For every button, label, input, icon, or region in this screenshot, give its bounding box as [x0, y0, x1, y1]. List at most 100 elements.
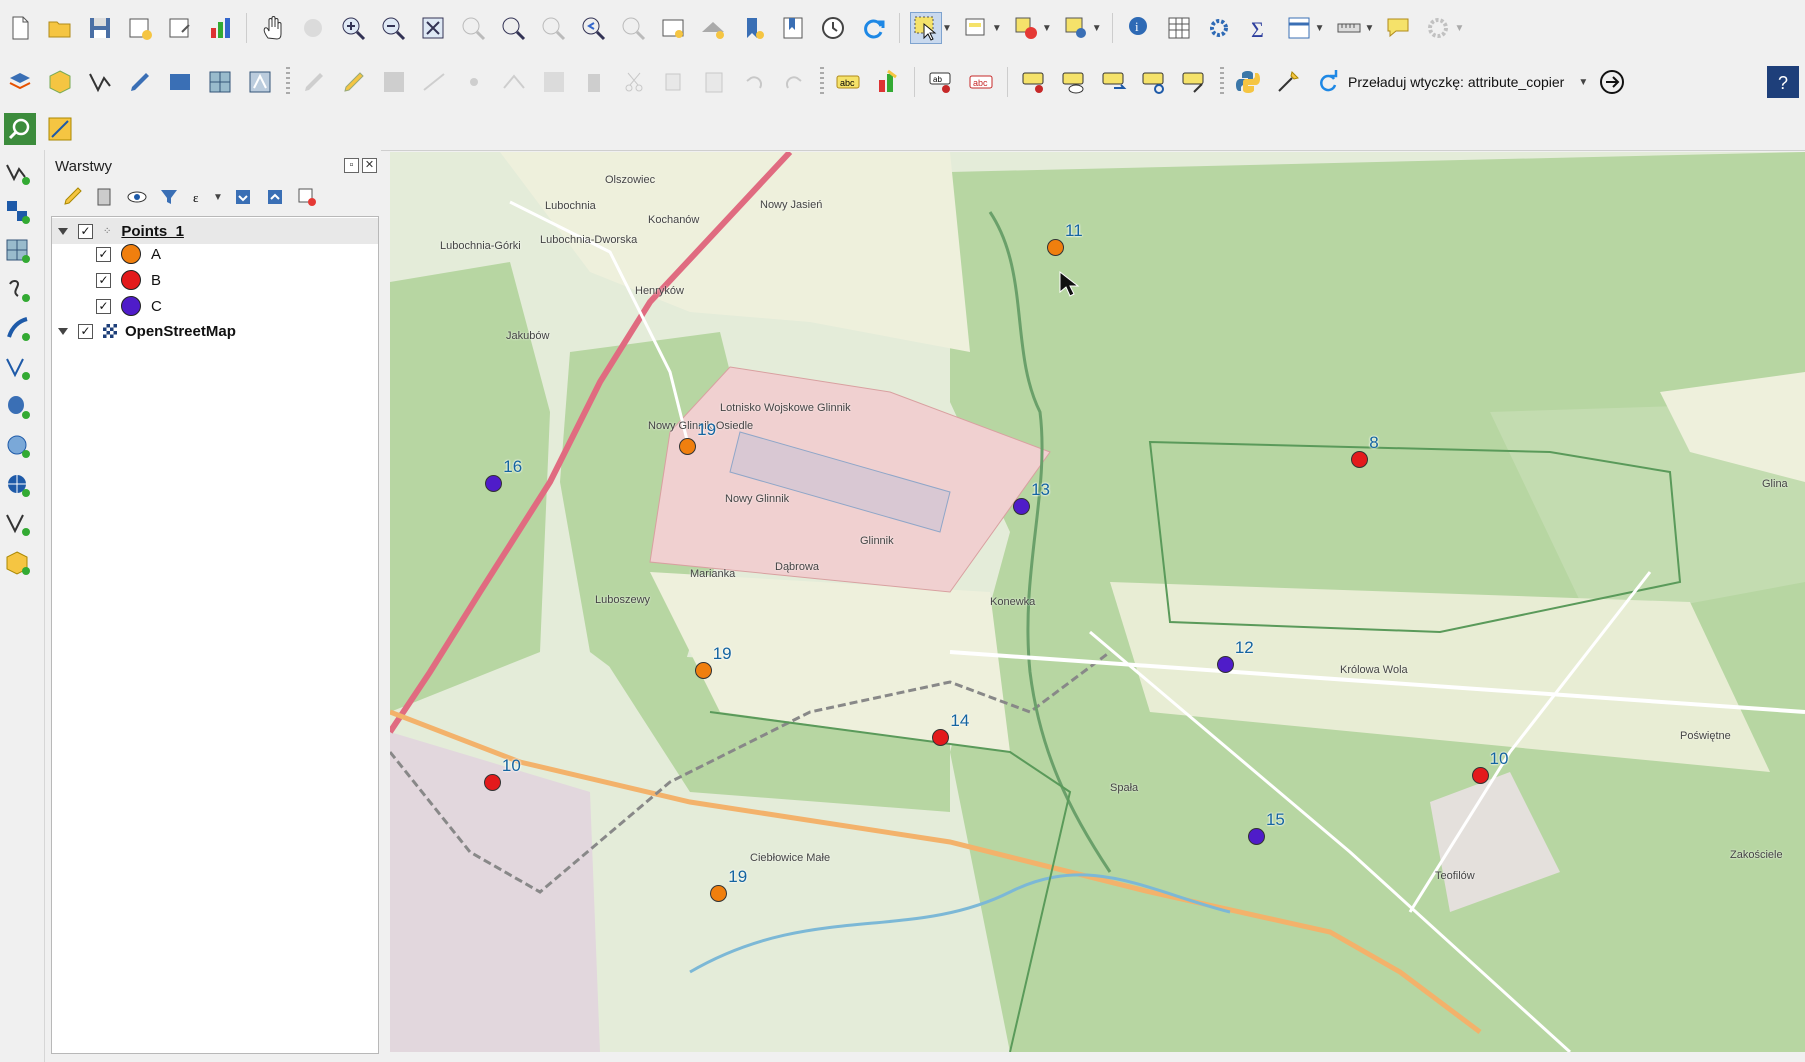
zoom-in-icon[interactable] [337, 12, 369, 44]
zoom-last-icon[interactable] [577, 12, 609, 44]
copy-icon[interactable] [658, 66, 690, 98]
python-console-icon[interactable] [1232, 66, 1264, 98]
category-checkbox[interactable]: ✓ [96, 272, 111, 288]
add-mesh-layer-icon[interactable] [2, 235, 34, 267]
float-panel-icon[interactable]: ▫ [344, 158, 359, 173]
statistics-icon[interactable]: Σ [1243, 12, 1275, 44]
map-point-a[interactable] [694, 661, 712, 679]
locator-search-icon[interactable] [4, 113, 36, 145]
chevron-down-icon[interactable]: ▼ [1092, 23, 1102, 34]
zoom-full-icon[interactable] [417, 12, 449, 44]
remove-layer-icon[interactable] [294, 184, 320, 210]
map-point-c[interactable] [1216, 656, 1234, 674]
add-postgis-icon[interactable] [2, 391, 34, 423]
zoom-out-icon[interactable] [377, 12, 409, 44]
digitize-icon[interactable] [84, 66, 116, 98]
label-abc-icon[interactable]: abc [832, 66, 864, 98]
identify-icon[interactable]: i [1123, 12, 1155, 44]
toolbar-grip[interactable] [286, 67, 290, 97]
new-print-layout-icon[interactable] [124, 12, 156, 44]
add-line-icon[interactable] [418, 66, 450, 98]
collapse-all-icon[interactable] [262, 184, 288, 210]
map-point-a[interactable] [710, 884, 728, 902]
rotate-label-icon[interactable] [1098, 66, 1130, 98]
add-group-icon[interactable] [92, 184, 118, 210]
add-virtual-layer-icon[interactable] [2, 352, 34, 384]
chevron-down-icon[interactable]: ▼ [1365, 23, 1375, 34]
add-raster-layer-icon[interactable] [2, 196, 34, 228]
category-row[interactable]: ✓ B [96, 267, 161, 293]
new-geopackage-layer-icon[interactable] [44, 66, 76, 98]
toggle-editing-icon[interactable] [298, 66, 330, 98]
data-source-manager-icon[interactable] [4, 66, 36, 98]
chevron-down-icon[interactable]: ▼ [1315, 23, 1325, 34]
reload-plugin-icon[interactable] [1312, 66, 1344, 98]
chevron-down-icon[interactable]: ▼ [213, 192, 223, 203]
map-point-b[interactable] [1471, 766, 1489, 784]
layer-visibility-checkbox[interactable]: ✓ [78, 223, 93, 239]
new-3d-map-view-icon[interactable] [697, 12, 729, 44]
save-edits-icon[interactable] [378, 66, 410, 98]
select-by-location-icon[interactable] [1060, 12, 1092, 44]
chevron-down-icon[interactable]: ▼ [1578, 77, 1588, 88]
layout-manager-icon[interactable] [164, 12, 196, 44]
zoom-native-icon[interactable] [537, 12, 569, 44]
node-tool-icon[interactable] [498, 66, 530, 98]
new-project-icon[interactable] [4, 12, 36, 44]
move-label-icon[interactable] [1018, 66, 1050, 98]
diagram-icon[interactable] [872, 66, 904, 98]
show-hide-label-icon[interactable] [1058, 66, 1090, 98]
add-delimited-text-icon[interactable] [2, 274, 34, 306]
paste-icon[interactable] [698, 66, 730, 98]
arrow-circle-icon[interactable] [1596, 66, 1628, 98]
map-tips-icon[interactable] [1382, 12, 1414, 44]
georeferencer-icon[interactable] [44, 113, 76, 145]
map-point-c[interactable] [1247, 828, 1265, 845]
layer-row-basemap[interactable]: ✓ OpenStreetMap [52, 318, 236, 344]
field-calculator-icon[interactable] [1283, 12, 1315, 44]
manage-visibility-icon[interactable] [124, 184, 150, 210]
raster-icon[interactable] [164, 66, 196, 98]
expand-all-icon[interactable] [230, 184, 256, 210]
change-label-icon[interactable] [1138, 66, 1170, 98]
highlight-label-icon[interactable]: abc [965, 66, 997, 98]
map-point-a[interactable] [1047, 238, 1065, 256]
refresh-icon[interactable] [857, 12, 889, 44]
category-checkbox[interactable]: ✓ [96, 246, 111, 262]
filter-legend-icon[interactable] [156, 184, 182, 210]
settings-icon[interactable] [1422, 12, 1454, 44]
deselect-icon[interactable] [1010, 12, 1042, 44]
filter-by-expression-icon[interactable]: ε [188, 184, 214, 210]
toolbar-grip[interactable] [1220, 67, 1224, 97]
chevron-down-icon[interactable]: ▼ [1454, 23, 1464, 34]
attribute-table-icon[interactable] [1163, 12, 1195, 44]
new-bookmark-icon[interactable] [737, 12, 769, 44]
pan-icon[interactable] [257, 12, 289, 44]
vertex-tool-icon[interactable] [244, 66, 276, 98]
measure-icon[interactable] [1333, 12, 1365, 44]
add-geopackage-icon[interactable] [2, 547, 34, 579]
add-spatialite-icon[interactable] [2, 313, 34, 345]
mesh-icon[interactable] [204, 66, 236, 98]
edit-pencil-icon[interactable] [124, 66, 156, 98]
category-row[interactable]: ✓ A [96, 241, 161, 267]
add-vector-layer-icon[interactable] [2, 157, 34, 189]
zoom-to-selection-icon[interactable] [457, 12, 489, 44]
add-wcs-icon[interactable] [2, 469, 34, 501]
map-canvas[interactable]: Olszowiec Lubochnia Lubochnia-Dworska Luboc… [390, 152, 1805, 1052]
delete-icon[interactable] [578, 66, 610, 98]
map-point-b[interactable] [483, 774, 501, 791]
map-point-c[interactable] [1013, 497, 1031, 515]
pencil-icon[interactable] [338, 66, 370, 98]
select-features-icon[interactable] [910, 12, 942, 44]
show-bookmarks-icon[interactable] [777, 12, 809, 44]
modify-attributes-icon[interactable] [538, 66, 570, 98]
chevron-down-icon[interactable]: ▼ [942, 23, 952, 34]
category-row[interactable]: ✓ C [96, 293, 162, 319]
processing-toolbox-icon[interactable] [1203, 12, 1235, 44]
category-checkbox[interactable]: ✓ [96, 298, 111, 314]
expand-toggle-icon[interactable] [58, 327, 68, 335]
open-project-icon[interactable] [44, 12, 76, 44]
toolbar-grip[interactable] [820, 67, 824, 97]
zoom-to-layer-icon[interactable] [497, 12, 529, 44]
